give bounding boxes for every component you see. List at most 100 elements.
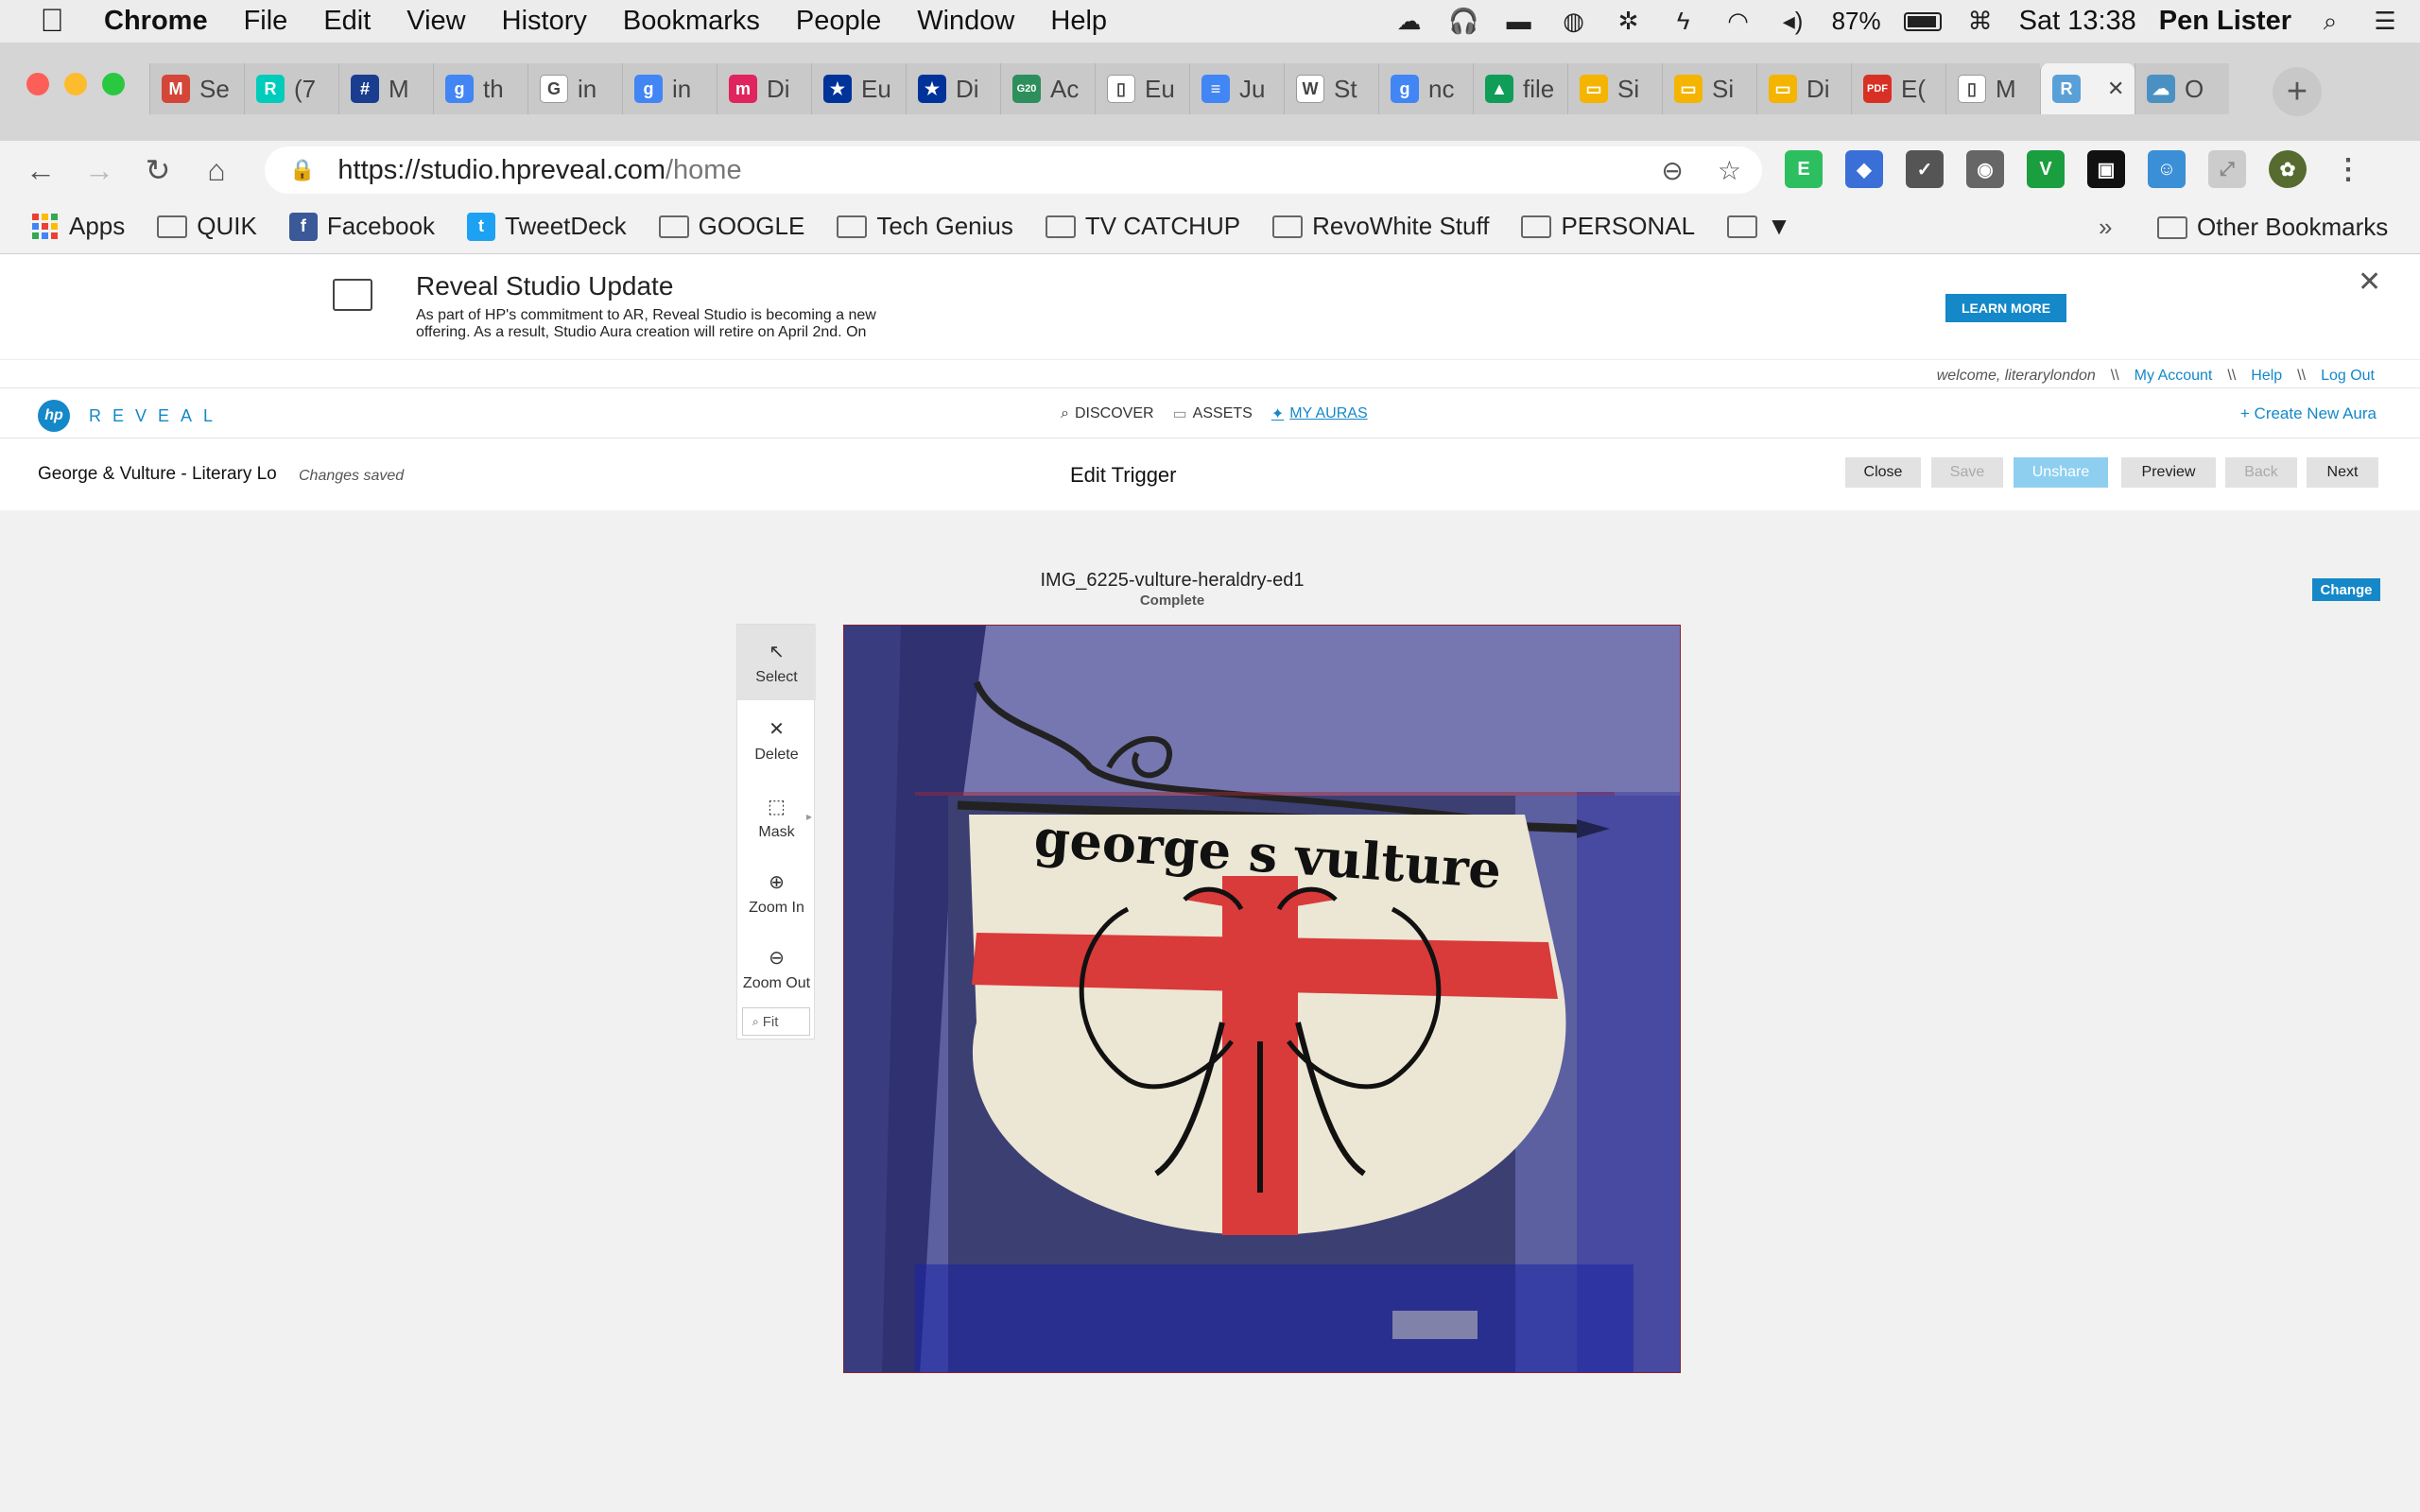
zoom-window-button[interactable] — [102, 73, 125, 95]
bolt-icon[interactable]: ϟ — [1668, 7, 1700, 36]
close-window-button[interactable] — [26, 73, 49, 95]
browser-tab[interactable]: ▭ Di — [1756, 63, 1851, 114]
browser-tab[interactable]: R (7 — [244, 63, 338, 114]
browser-tab[interactable]: ▲ file — [1473, 63, 1567, 114]
browser-tab[interactable]: ▯ Eu — [1095, 63, 1189, 114]
bookmark-other[interactable]: Other Bookmarks — [2157, 213, 2388, 242]
zoom-out-tool[interactable]: ⊖ Zoom Out — [737, 931, 816, 1006]
browser-tab[interactable]: W St — [1284, 63, 1378, 114]
change-trigger-button[interactable]: Change — [2312, 578, 2380, 601]
bookmark-tech-genius[interactable]: Tech Genius — [837, 212, 1013, 241]
browser-tab[interactable]: ★ Di — [906, 63, 1000, 114]
back-button[interactable]: Back — [2225, 457, 2297, 488]
cloud-upload-icon[interactable]: ☁ — [1393, 7, 1426, 36]
bookmark-facebook[interactable]: f Facebook — [288, 212, 435, 241]
keyboard-icon[interactable]: ⌘ — [1964, 7, 1996, 36]
menubar-clock[interactable]: Sat 13:38 — [2019, 6, 2136, 37]
nav-assets[interactable]: ▭ ASSETS — [1173, 404, 1253, 423]
fit-button[interactable]: ⌕ Fit — [742, 1007, 810, 1036]
browser-tab[interactable]: M Se — [149, 63, 244, 114]
menu-app-name[interactable]: Chrome — [104, 6, 208, 37]
browser-tab[interactable]: ▯ M — [1945, 63, 2040, 114]
browser-tab[interactable]: ☁ O — [2135, 63, 2229, 114]
menu-history[interactable]: History — [502, 6, 587, 37]
bookmark-quik[interactable]: QUIK — [157, 212, 257, 241]
ext-blue-icon[interactable]: ◆ — [1845, 150, 1883, 188]
new-tab-button[interactable]: + — [2273, 67, 2322, 116]
nav-my-auras[interactable]: ✦ MY AURAS — [1271, 404, 1368, 423]
minimize-window-button[interactable] — [64, 73, 87, 95]
bookmark-tv-catchup[interactable]: TV CATCHUP — [1045, 212, 1240, 241]
bookmark-apps[interactable]: Apps — [32, 212, 125, 241]
nav-discover[interactable]: ⌕ DISCOVER — [1061, 404, 1154, 423]
browser-tab[interactable]: G20 Ac — [1000, 63, 1095, 114]
battery-icon[interactable] — [1903, 11, 1942, 31]
notification-center-icon[interactable]: ☰ — [2369, 7, 2401, 36]
menubar-user[interactable]: Pen Lister — [2159, 6, 2291, 37]
create-new-aura-link[interactable]: + Create New Aura — [2240, 404, 2377, 423]
menu-edit[interactable]: Edit — [323, 6, 371, 37]
browser-tab[interactable]: g in — [622, 63, 717, 114]
browser-tab[interactable]: g nc — [1378, 63, 1473, 114]
wifi-icon[interactable]: ◠ — [1722, 7, 1754, 36]
next-button[interactable]: Next — [2307, 457, 2378, 488]
forward-arrow-icon[interactable]: → — [70, 153, 129, 188]
reload-icon[interactable]: ↻ — [129, 152, 187, 188]
zoom-in-tool[interactable]: ⊕ Zoom In — [737, 855, 816, 931]
truck-icon[interactable]: ▬ — [1503, 7, 1535, 36]
browser-tab[interactable]: Gin — [527, 63, 622, 114]
delete-tool[interactable]: ✕ Delete — [737, 702, 816, 778]
bookmark-personal[interactable]: PERSONAL — [1521, 212, 1695, 241]
close-banner-icon[interactable]: ✕ — [2358, 266, 2381, 299]
bookmark-more-folder[interactable]: ▼ — [1727, 212, 1791, 241]
zoom-icon[interactable]: ⊖ — [1661, 155, 1683, 186]
profile-avatar[interactable]: ✿ — [2269, 150, 2307, 188]
evernote-icon[interactable]: E — [1785, 150, 1823, 188]
volume-icon[interactable]: ◂) — [1777, 7, 1809, 36]
headphones-icon[interactable]: 🎧 — [1448, 7, 1480, 36]
home-icon[interactable]: ⌂ — [187, 153, 246, 188]
pocket-icon[interactable]: ✓ — [1906, 150, 1944, 188]
learn-more-button[interactable]: LEARN MORE — [1945, 294, 2066, 322]
disk-icon[interactable]: ◍ — [1558, 7, 1590, 36]
browser-tab[interactable]: ▭ Si — [1662, 63, 1756, 114]
browser-tab[interactable]: g th — [433, 63, 527, 114]
menu-help[interactable]: Help — [1050, 6, 1107, 37]
menu-people[interactable]: People — [796, 6, 881, 37]
browser-tab[interactable]: m Di — [717, 63, 811, 114]
menu-file[interactable]: File — [244, 6, 288, 37]
browser-tab[interactable]: PDF E( — [1851, 63, 1945, 114]
ghostery-icon[interactable]: ☺ — [2148, 150, 2186, 188]
menu-window[interactable]: Window — [917, 6, 1014, 37]
preview-button[interactable]: Preview — [2121, 457, 2216, 488]
bookmark-tweetdeck[interactable]: t TweetDeck — [467, 212, 627, 241]
unshare-button[interactable]: Unshare — [2014, 457, 2108, 488]
help-link[interactable]: Help — [2251, 368, 2282, 385]
menu-view[interactable]: View — [406, 6, 465, 37]
spotlight-search-icon[interactable]: ⌕ — [2314, 7, 2346, 36]
browser-tab[interactable]: # M — [338, 63, 433, 114]
lightbulb-icon[interactable]: ◉ — [1966, 150, 2004, 188]
shield-icon[interactable]: V — [2027, 150, 2065, 188]
mask-tool[interactable]: ⬚ Mask ▸ — [737, 780, 816, 855]
save-button[interactable]: Save — [1931, 457, 2003, 488]
gear-icon[interactable]: ✲ — [1613, 7, 1645, 36]
browser-tab[interactable]: ≡ Ju — [1189, 63, 1284, 114]
menu-bookmarks[interactable]: Bookmarks — [623, 6, 760, 37]
bookmarks-overflow-button[interactable]: » — [2099, 213, 2112, 242]
my-account-link[interactable]: My Account — [2135, 368, 2213, 385]
select-tool[interactable]: ↖ Select — [737, 625, 816, 700]
close-button[interactable]: Close — [1845, 457, 1921, 488]
browser-tab[interactable]: ★ Eu — [811, 63, 906, 114]
padlock-icon[interactable]: ▣ — [2087, 150, 2125, 188]
browser-tab[interactable]: R ✕ — [2040, 63, 2135, 114]
log-out-link[interactable]: Log Out — [2321, 368, 2375, 385]
expand-icon[interactable]: ⤢ — [2208, 150, 2246, 188]
bookmark-revowhite[interactable]: RevoWhite Stuff — [1272, 212, 1489, 241]
bookmark-google[interactable]: GOOGLE — [658, 212, 804, 241]
close-tab-icon[interactable]: ✕ — [2107, 77, 2124, 101]
address-bar[interactable]: 🔒 https://studio.hpreveal.com/home ⊖ ☆ — [265, 146, 1762, 194]
back-arrow-icon[interactable]: ← — [11, 153, 70, 188]
chrome-menu-icon[interactable]: ⋮ — [2329, 150, 2367, 188]
browser-tab[interactable]: ▭ Si — [1567, 63, 1662, 114]
